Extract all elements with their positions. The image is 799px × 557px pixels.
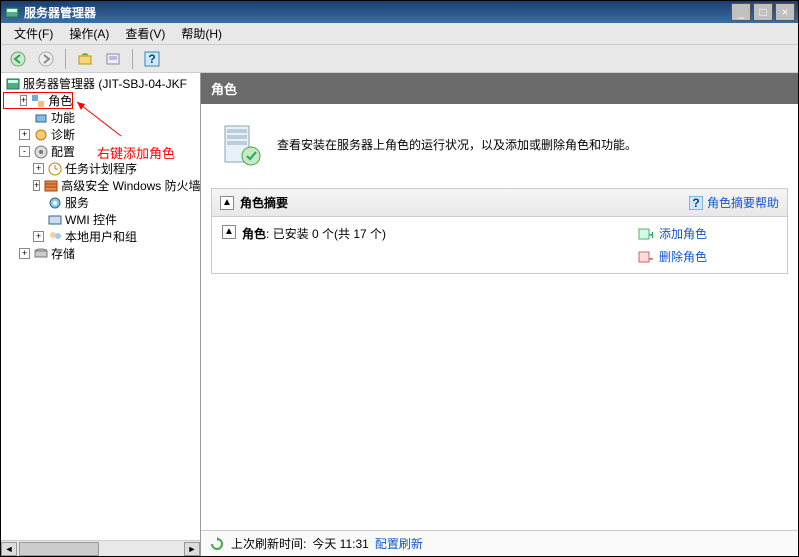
- svg-text:+: +: [649, 228, 653, 242]
- expand-toggle[interactable]: +: [33, 163, 44, 174]
- app-icon: [4, 4, 20, 20]
- server-large-icon: [217, 120, 265, 168]
- firewall-icon: [43, 178, 59, 194]
- tree-label: 配置: [51, 143, 75, 160]
- menu-bar: 文件(F) 操作(A) 查看(V) 帮助(H): [1, 23, 798, 45]
- remove-icon: –: [637, 249, 653, 265]
- tree-item-task-scheduler[interactable]: + 任务计划程序: [3, 160, 198, 177]
- tree-pane: 服务器管理器 (JIT-SBJ-04-JKF + 角色 功能 + 诊断 - 配: [1, 73, 201, 556]
- tree-item-local-users[interactable]: + 本地用户和组: [3, 228, 198, 245]
- details-pane: 角色 查看安装在服务器上角色的运行状况，以及添加或删除角色和功能。: [201, 73, 798, 556]
- menu-help[interactable]: 帮助(H): [173, 23, 230, 44]
- tree-label: 任务计划程序: [65, 160, 137, 177]
- expand-toggle[interactable]: +: [33, 231, 44, 242]
- close-button[interactable]: ×: [775, 3, 795, 21]
- collapse-toggle[interactable]: -: [19, 146, 30, 157]
- last-refresh-label: 上次刷新时间:: [231, 535, 306, 552]
- clock-icon: [47, 161, 63, 177]
- tree-item-features[interactable]: 功能: [3, 109, 198, 126]
- expand-toggle[interactable]: +: [20, 95, 27, 106]
- add-roles-link[interactable]: + 添加角色: [637, 225, 777, 242]
- window-title: 服务器管理器: [24, 4, 731, 21]
- config-icon: [33, 144, 49, 160]
- last-refresh-time: 今天 11:31: [312, 535, 368, 552]
- features-icon: [33, 110, 49, 126]
- tree-label: 服务: [65, 194, 89, 211]
- tree-item-diagnostics[interactable]: + 诊断: [3, 126, 198, 143]
- tree-root[interactable]: 服务器管理器 (JIT-SBJ-04-JKF: [3, 75, 198, 92]
- tree-label: 功能: [51, 109, 75, 126]
- scroll-right-button[interactable]: ►: [184, 542, 200, 556]
- horizontal-scrollbar[interactable]: ◄ ►: [1, 540, 200, 556]
- svg-text:?: ?: [148, 52, 155, 66]
- collapse-button[interactable]: ▲: [220, 196, 234, 210]
- tree-label: WMI 控件: [65, 211, 117, 228]
- status-bar: 上次刷新时间: 今天 11:31 配置刷新: [201, 530, 798, 556]
- gear-icon: [47, 195, 63, 211]
- tree-item-storage[interactable]: + 存储: [3, 245, 198, 262]
- svg-text:?: ?: [692, 196, 699, 210]
- tree-label: 本地用户和组: [65, 228, 137, 245]
- collapse-sub-button[interactable]: ▲: [222, 225, 236, 239]
- menu-action[interactable]: 操作(A): [61, 23, 117, 44]
- tree-label: 服务器管理器 (JIT-SBJ-04-JKF: [23, 75, 187, 92]
- banner-text: 查看安装在服务器上角色的运行状况，以及添加或删除角色和功能。: [277, 136, 637, 153]
- tree-item-configuration[interactable]: - 配置: [3, 143, 198, 160]
- roles-count: 角色: 已安装 0 个(共 17 个): [242, 225, 386, 242]
- details-header: 角色: [201, 73, 798, 104]
- help-icon: ?: [689, 196, 703, 210]
- minimize-button[interactable]: _: [731, 3, 751, 21]
- forward-button[interactable]: [34, 47, 58, 71]
- diagnostics-icon: [33, 127, 49, 143]
- role-summary-panel: ▲ 角色摘要 ? 角色摘要帮助 ▲ 角色: 已安装 0 个(共 17 个): [211, 188, 788, 274]
- properties-button[interactable]: [101, 47, 125, 71]
- scroll-left-button[interactable]: ◄: [1, 542, 17, 556]
- scroll-thumb[interactable]: [19, 542, 99, 556]
- content-area: 服务器管理器 (JIT-SBJ-04-JKF + 角色 功能 + 诊断 - 配: [1, 73, 798, 556]
- panel-help-link[interactable]: ? 角色摘要帮助: [689, 194, 779, 211]
- menu-file[interactable]: 文件(F): [6, 23, 61, 44]
- remove-roles-link[interactable]: – 删除角色: [637, 248, 777, 265]
- expand-toggle[interactable]: +: [33, 180, 40, 191]
- tree-item-wmi[interactable]: WMI 控件: [3, 211, 198, 228]
- add-icon: +: [637, 226, 653, 242]
- tree-view[interactable]: 服务器管理器 (JIT-SBJ-04-JKF + 角色 功能 + 诊断 - 配: [1, 73, 200, 264]
- toolbar: ?: [1, 45, 798, 73]
- tree-item-services[interactable]: 服务: [3, 194, 198, 211]
- toolbar-separator: [65, 49, 66, 69]
- role-banner: 查看安装在服务器上角色的运行状况，以及添加或删除角色和功能。: [211, 114, 788, 174]
- expand-toggle[interactable]: +: [19, 248, 30, 259]
- back-button[interactable]: [6, 47, 30, 71]
- maximize-button[interactable]: □: [753, 3, 773, 21]
- tree-label: 角色: [48, 92, 72, 109]
- tree-label: 诊断: [51, 126, 75, 143]
- config-refresh-link[interactable]: 配置刷新: [375, 535, 423, 552]
- tree-label: 存储: [51, 245, 75, 262]
- wmi-icon: [47, 212, 63, 228]
- svg-text:–: –: [649, 251, 653, 265]
- storage-icon: [33, 246, 49, 262]
- tree-label: 高级安全 Windows 防火墙: [61, 177, 200, 194]
- menu-view[interactable]: 查看(V): [117, 23, 173, 44]
- expand-toggle[interactable]: +: [19, 129, 30, 140]
- roles-icon: [30, 93, 46, 109]
- users-icon: [47, 229, 63, 245]
- tree-item-firewall[interactable]: + 高级安全 Windows 防火墙: [3, 177, 198, 194]
- panel-title: 角色摘要: [240, 194, 689, 211]
- up-folder-button[interactable]: [73, 47, 97, 71]
- title-bar: 服务器管理器 _ □ ×: [1, 1, 798, 23]
- toolbar-separator: [132, 49, 133, 69]
- refresh-icon: [209, 536, 225, 552]
- help-button[interactable]: ?: [140, 47, 164, 71]
- tree-item-roles[interactable]: + 角色: [3, 92, 73, 109]
- server-icon: [5, 76, 21, 92]
